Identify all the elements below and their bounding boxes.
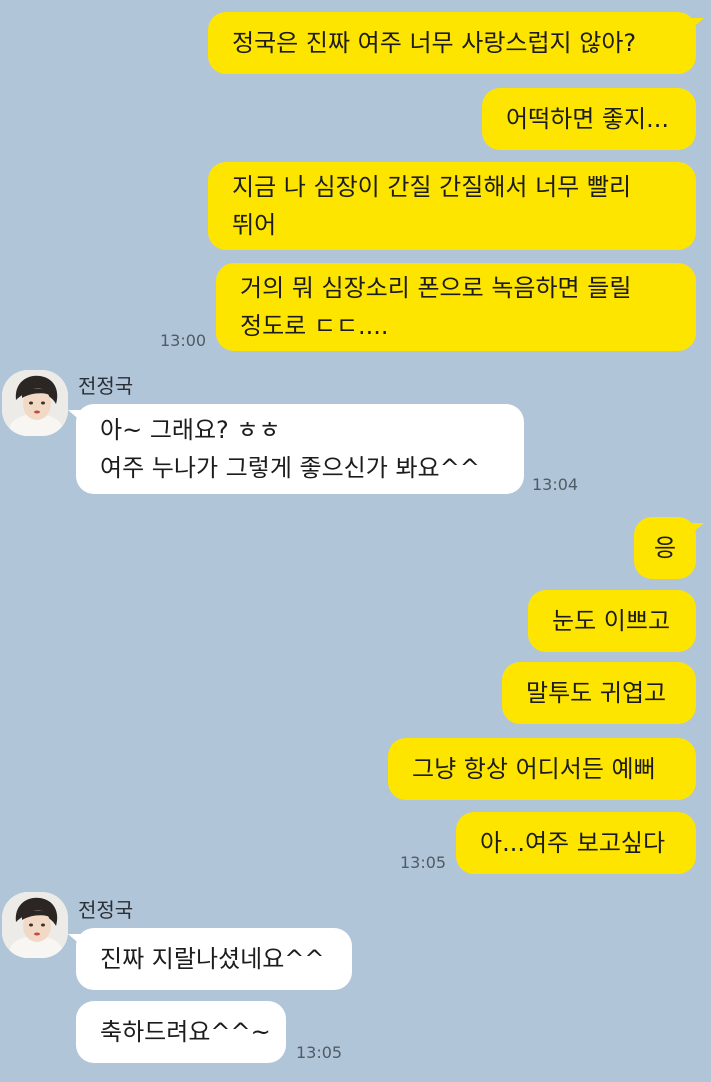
incoming-message[interactable]: 아~ 그래요? ㅎㅎ 여주 누나가 그렇게 좋으신가 봐요^^ xyxy=(68,404,524,494)
message-text: 응 xyxy=(653,534,677,562)
outgoing-message[interactable]: 말투도 귀엽고 xyxy=(502,662,696,724)
outgoing-message[interactable]: 지금 나 심장이 간질 간질해서 너무 빨리 뛰어 xyxy=(208,162,696,250)
message-text: 정국은 진짜 여주 너무 사랑스럽지 않아? xyxy=(232,29,637,57)
message-text-line: 여주 누나가 그렇게 좋으신가 봐요^^ xyxy=(100,454,480,482)
message-timestamp: 13:05 xyxy=(296,1043,343,1062)
outgoing-message[interactable]: 거의 뭐 심장소리 폰으로 녹음하면 들릴 정도로 ㄷㄷ.... xyxy=(216,263,696,351)
message-text-line: 거의 뭐 심장소리 폰으로 녹음하면 들릴 xyxy=(240,274,632,302)
sender-name: 전정국 xyxy=(78,898,134,922)
message-text-line: 뛰어 xyxy=(232,211,277,239)
message-text: 눈도 이쁘고 xyxy=(552,607,671,635)
message-timestamp: 13:04 xyxy=(532,475,579,494)
sender-name: 전정국 xyxy=(78,374,134,398)
message-text: 아...여주 보고싶다 xyxy=(480,829,666,857)
message-text-line: 아~ 그래요? ㅎㅎ xyxy=(100,416,281,444)
outgoing-message[interactable]: 정국은 진짜 여주 너무 사랑스럽지 않아? xyxy=(208,12,704,74)
message-text-line: 정도로 ㄷㄷ.... xyxy=(240,312,389,340)
profile-photo-icon xyxy=(2,370,68,436)
outgoing-message[interactable]: 어떡하면 좋지... xyxy=(482,88,696,150)
incoming-message[interactable]: 축하드려요^^~ xyxy=(76,1001,286,1063)
message-text: 축하드려요^^~ xyxy=(100,1018,271,1046)
profile-photo-icon xyxy=(2,892,68,958)
message-timestamp: 13:00 xyxy=(160,331,207,350)
message-text: 어떡하면 좋지... xyxy=(506,105,669,133)
incoming-message[interactable]: 진짜 지랄나셨네요^^ xyxy=(68,928,352,990)
message-text: 그냥 항상 어디서든 예뻐 xyxy=(412,755,656,783)
avatar[interactable] xyxy=(2,370,68,436)
message-text: 말투도 귀엽고 xyxy=(526,679,667,707)
outgoing-message[interactable]: 응 xyxy=(634,517,704,579)
outgoing-message[interactable]: 그냥 항상 어디서든 예뻐 xyxy=(388,738,696,800)
outgoing-message[interactable]: 눈도 이쁘고 xyxy=(528,590,696,652)
message-text: 진짜 지랄나셨네요^^ xyxy=(100,945,325,973)
message-text-line: 지금 나 심장이 간질 간질해서 너무 빨리 xyxy=(232,173,632,201)
outgoing-message[interactable]: 아...여주 보고싶다 xyxy=(456,812,696,874)
avatar[interactable] xyxy=(2,892,68,958)
message-timestamp: 13:05 xyxy=(400,853,447,872)
